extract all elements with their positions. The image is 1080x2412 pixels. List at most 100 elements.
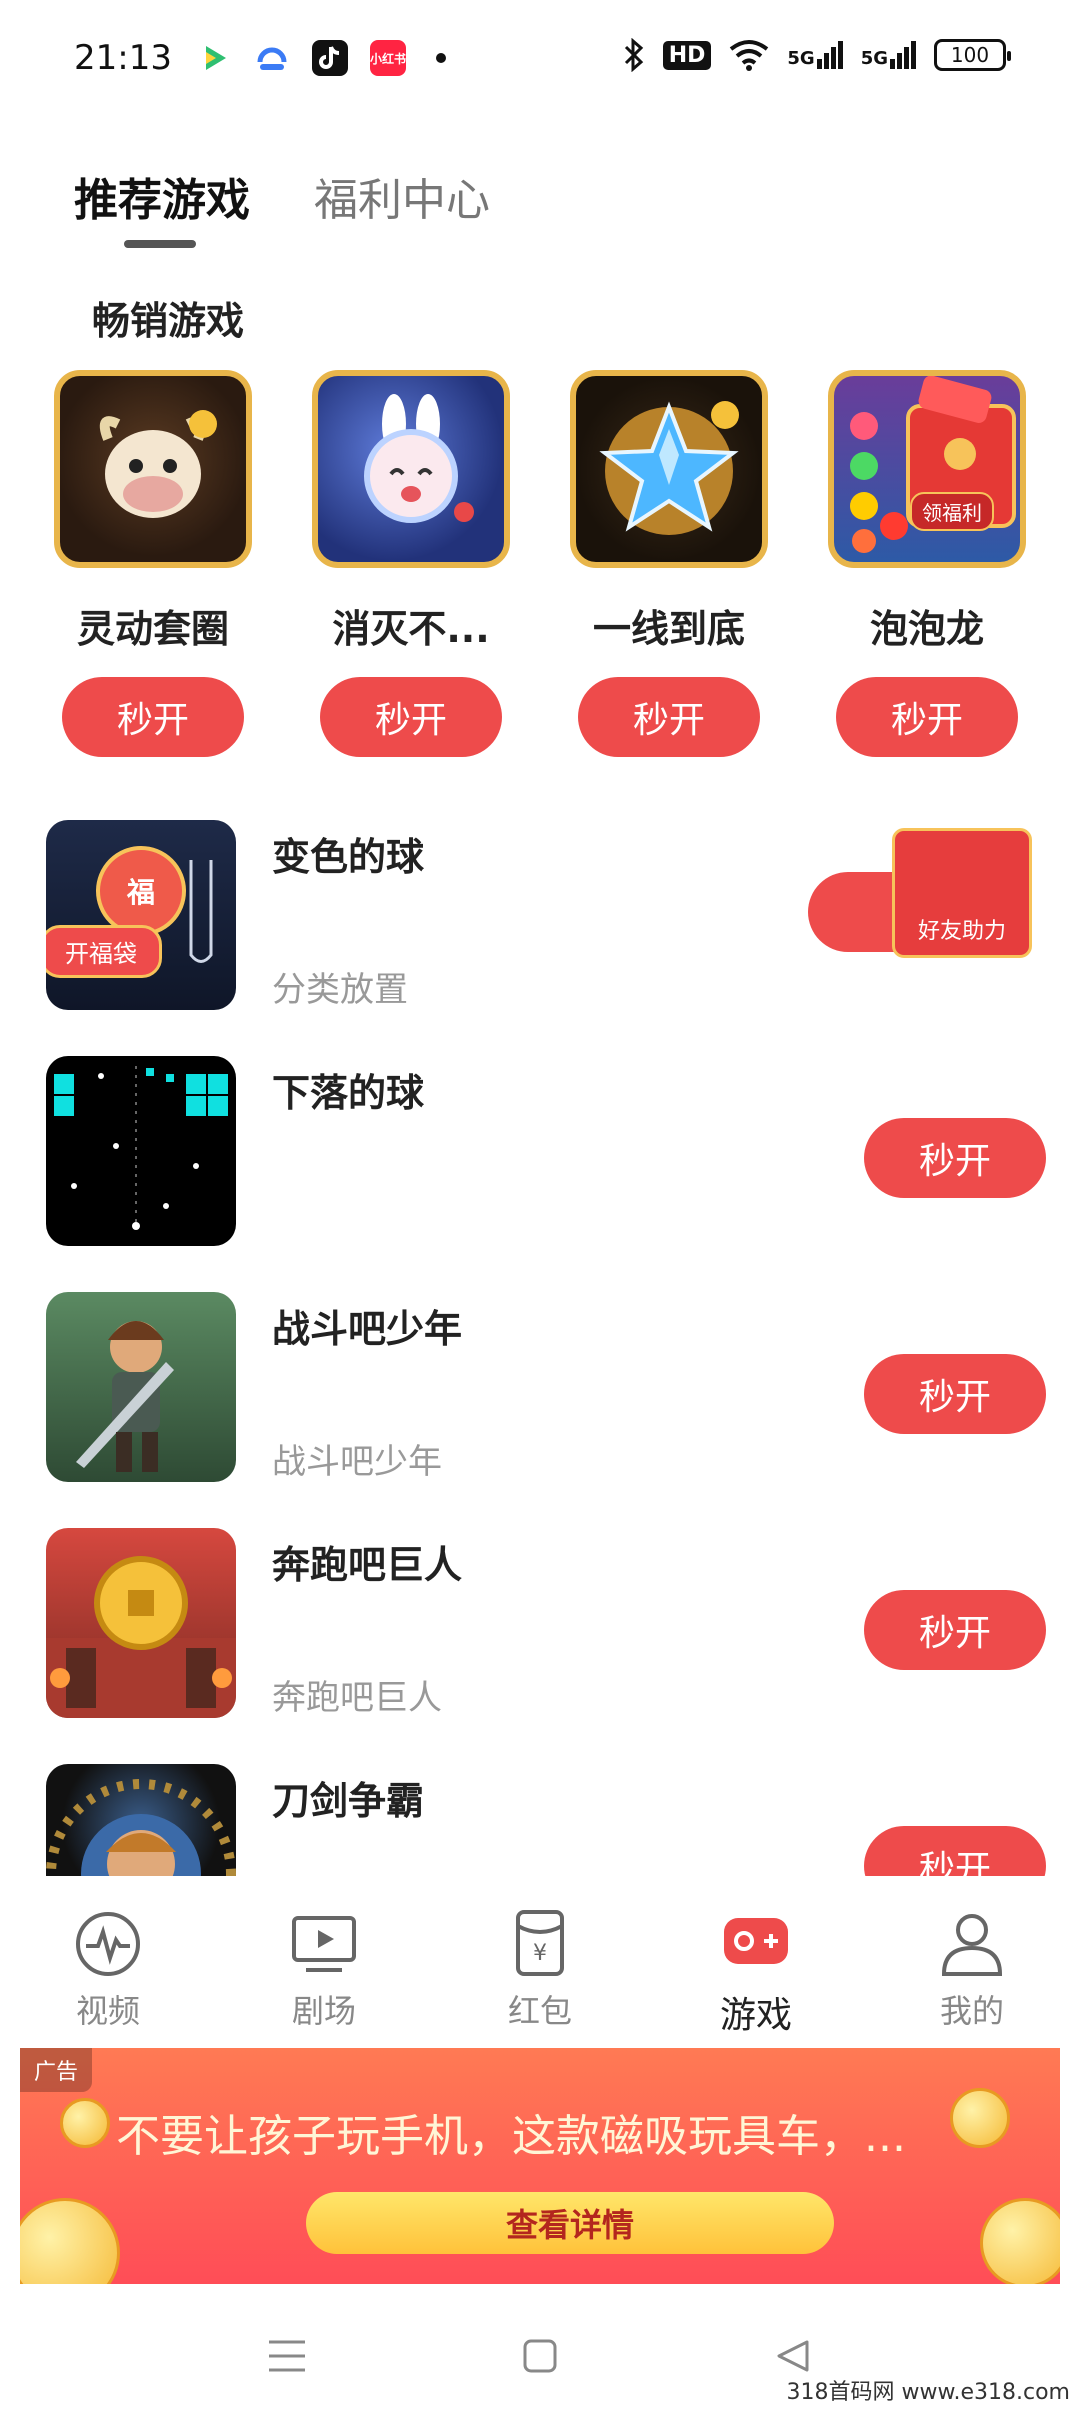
falling-ball-game-icon[interactable]: [46, 1056, 236, 1246]
tube-icon: [189, 860, 213, 963]
watermark: 318首码网 www.e318.com: [786, 2380, 1070, 2405]
open-button[interactable]: 秒开: [864, 1354, 1046, 1434]
claim-welfare-badge: 领福利: [910, 492, 994, 531]
open-button[interactable]: 秒开: [578, 677, 760, 757]
nav-label: 剧场: [291, 1992, 356, 2030]
lucky-bag-icon: 福: [96, 846, 186, 936]
nav-mine[interactable]: 我的: [882, 1890, 1062, 2040]
list-item[interactable]: 下落的球 秒开: [46, 1056, 1046, 1292]
nav-games[interactable]: 游戏: [666, 1890, 846, 2040]
home-button[interactable]: [510, 2326, 570, 2386]
status-indicators: HD 5G 5G 100: [623, 38, 1011, 72]
bestseller-item[interactable]: 消灭不... 秒开: [296, 370, 526, 757]
ad-tag: 广告: [20, 2048, 93, 2092]
bubble-gift-icon: [850, 376, 1016, 553]
bestseller-item[interactable]: 灵动套圈 秒开: [38, 370, 268, 757]
tv-icon: [292, 1916, 356, 1972]
back-triangle-icon: [777, 2340, 809, 2372]
falling-blocks-icon: [54, 1066, 228, 1230]
ox-game-icon[interactable]: [54, 370, 252, 568]
top-tabs: 推荐游戏 福利中心: [74, 164, 490, 228]
bestseller-item[interactable]: 领福利 泡泡龙 秒开: [812, 370, 1042, 757]
signal-2-icon: 5G: [861, 41, 916, 69]
person-icon: [941, 1914, 1003, 1976]
game-title: 奔跑吧巨人: [272, 1543, 463, 1587]
bottom-nav: 视频 剧场 ¥ 红包 游戏 我的: [0, 1890, 1080, 2040]
pulse-icon: [76, 1912, 140, 1976]
tab-indicator: [124, 240, 196, 248]
tencent-video-icon: [196, 40, 232, 76]
wifi-icon: [730, 40, 769, 71]
battery-icon: 100: [934, 39, 1011, 71]
blade-hegemony-game-icon[interactable]: [46, 1764, 236, 1884]
status-app-icons: 小红书: [196, 40, 446, 76]
list-divider: [0, 1876, 1080, 1886]
square-icon: [523, 2339, 557, 2373]
rabbit-astronaut-icon: [364, 394, 474, 523]
signal-2-label: 5G: [860, 48, 888, 69]
coin-icon: [950, 2088, 1010, 2148]
ad-view-details-button[interactable]: 查看详情: [306, 2192, 834, 2254]
rabbit-game-icon[interactable]: [312, 370, 510, 568]
bestseller-grid: 灵动套圈 秒开 消灭不... 秒开 一线到底 秒开 领福利 泡泡龙 秒开: [38, 370, 1042, 757]
coin-icon: [60, 2098, 110, 2148]
tab-recommended-games[interactable]: 推荐游戏: [74, 164, 250, 228]
bestseller-name: 泡泡龙: [869, 607, 984, 651]
bestseller-name: 一线到底: [592, 607, 745, 651]
game-title: 刀剑争霸: [272, 1779, 425, 1823]
open-button[interactable]: 秒开: [864, 1118, 1046, 1198]
open-button[interactable]: 秒开: [320, 677, 502, 757]
hd-icon: HD: [662, 40, 712, 70]
warrior-icon: [76, 1321, 174, 1472]
red-envelope-icon: ¥: [516, 1910, 564, 1976]
blue-star-icon: [599, 401, 739, 535]
hero-portrait-icon: [46, 1779, 236, 1884]
open-button[interactable]: 秒开: [864, 1590, 1046, 1670]
ox-character-icon: [99, 410, 217, 518]
list-item[interactable]: 奔跑吧巨人 奔跑吧巨人 秒开: [46, 1528, 1046, 1764]
star-game-icon[interactable]: [570, 370, 768, 568]
list-item[interactable]: 战斗吧少年 战斗吧少年 秒开: [46, 1292, 1046, 1528]
open-lucky-bag-badge[interactable]: 开福袋: [46, 925, 162, 978]
recent-apps-button[interactable]: [257, 2326, 317, 2386]
gold-coin-gate-icon: [46, 1556, 236, 1718]
douyin-icon: [312, 40, 348, 76]
ad-banner[interactable]: 广告 不要让孩子玩手机，这款磁吸玩具车，... 查看详情: [20, 2048, 1060, 2284]
list-item[interactable]: 福 开福袋 变色的球 分类放置: [46, 820, 1046, 1056]
nav-label: 红包: [507, 1992, 572, 2030]
status-time: 21:13: [74, 38, 172, 78]
tab-welfare-center[interactable]: 福利中心: [314, 164, 490, 228]
fight-boy-game-icon[interactable]: [46, 1292, 236, 1482]
ad-text: 不要让孩子玩手机，这款磁吸玩具车，...: [116, 2111, 906, 2162]
notification-dot-icon: [436, 53, 446, 63]
bubble-dragon-game-icon[interactable]: 领福利: [828, 370, 1026, 568]
nav-theater[interactable]: 剧场: [234, 1890, 414, 2040]
nav-label: 我的: [939, 1992, 1004, 2030]
list-item[interactable]: 刀剑争霸 秒开: [46, 1764, 1046, 1884]
baidu-netdisk-icon: [254, 40, 290, 76]
signal-1-icon: 5G: [787, 41, 843, 69]
open-button[interactable]: 秒开: [836, 677, 1018, 757]
bestseller-item[interactable]: 一线到底 秒开: [554, 370, 784, 757]
game-list: 福 开福袋 变色的球 分类放置 下落的球 秒开 战斗吧少年 战斗吧少年 秒开 奔…: [46, 820, 1046, 1884]
xiaohongshu-icon: 小红书: [370, 40, 406, 76]
nav-video[interactable]: 视频: [18, 1890, 198, 2040]
game-title: 变色的球: [272, 835, 425, 879]
nav-label: 视频: [75, 1992, 140, 2030]
game-subtitle: 奔跑吧巨人: [272, 1678, 442, 1718]
run-giant-game-icon[interactable]: [46, 1528, 236, 1718]
color-ball-game-icon[interactable]: 福 开福袋: [46, 820, 236, 1010]
status-bar: 21:13 小红书 HD 5G 5G 100: [0, 0, 1080, 120]
game-subtitle: 分类放置: [272, 970, 408, 1010]
section-title-bestsellers: 畅销游戏: [92, 299, 245, 343]
bluetooth-icon: [624, 38, 643, 72]
coin-icon: [20, 2198, 120, 2284]
game-title: 下落的球: [272, 1071, 425, 1115]
menu-icon: [268, 2340, 305, 2372]
svg-text:¥: ¥: [533, 1941, 547, 1966]
open-button[interactable]: 秒开: [62, 677, 244, 757]
nav-red-envelope[interactable]: ¥ 红包: [450, 1890, 630, 2040]
nav-label: 游戏: [719, 1995, 792, 2036]
bestseller-name: 灵动套圈: [76, 607, 229, 651]
game-subtitle: 战斗吧少年: [272, 1442, 442, 1482]
